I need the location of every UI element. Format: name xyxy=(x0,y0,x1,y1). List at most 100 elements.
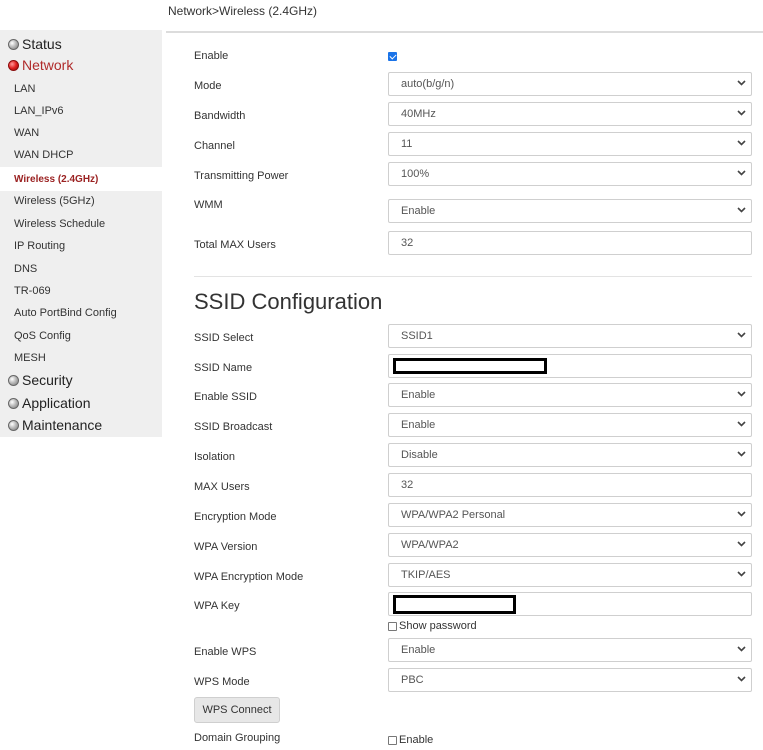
max-users-label: MAX Users xyxy=(194,481,250,493)
isolation-label: Isolation xyxy=(194,451,235,463)
chevron-down-icon xyxy=(737,646,746,654)
enable-ssid-value: Enable xyxy=(401,389,436,401)
show-password-checkbox[interactable] xyxy=(388,621,397,631)
sidebar-item-qos-config[interactable]: QoS Config xyxy=(0,330,162,348)
nav-security[interactable]: Security xyxy=(8,372,73,388)
nav-status[interactable]: Status xyxy=(8,36,62,52)
total-max-users-input[interactable]: 32 xyxy=(388,231,752,255)
max-users-value: 32 xyxy=(401,479,414,491)
sidebar-item-label: WAN xyxy=(14,127,40,139)
sidebar-item-mesh[interactable]: MESH xyxy=(0,352,162,370)
chevron-down-icon xyxy=(737,140,746,148)
wmm-label: WMM xyxy=(194,199,223,211)
wpa-key-redaction xyxy=(393,595,516,614)
transmitting-power-select[interactable]: 100% xyxy=(388,162,752,186)
wpa-encryption-mode-value: TKIP/AES xyxy=(401,569,451,581)
enable-wps-value: Enable xyxy=(401,644,436,656)
maintenance-bullet-icon xyxy=(8,419,19,431)
sidebar-item-label: MESH xyxy=(14,352,46,364)
chevron-down-icon xyxy=(737,170,746,178)
sidebar-item-ip-routing[interactable]: IP Routing xyxy=(0,240,162,258)
status-bullet-icon xyxy=(8,38,19,50)
application-bullet-icon xyxy=(8,397,19,409)
wps-mode-label: WPS Mode xyxy=(194,676,250,688)
encryption-mode-select[interactable]: WPA/WPA2 Personal xyxy=(388,503,752,527)
sidebar-item-wireless-schedule[interactable]: Wireless Schedule xyxy=(0,218,162,236)
enable-checkbox-wrap[interactable] xyxy=(388,52,399,61)
nav-security-label: Security xyxy=(22,372,73,388)
ssid-name-redaction xyxy=(393,358,547,374)
ssid-select[interactable]: SSID1 xyxy=(388,324,752,348)
nav-application-label: Application xyxy=(22,395,91,411)
total-max-users-value: 32 xyxy=(401,237,414,249)
wpa-key-label: WPA Key xyxy=(194,600,240,612)
transmitting-power-label: Transmitting Power xyxy=(194,170,289,182)
channel-value: 11 xyxy=(401,138,413,150)
show-password-toggle[interactable]: Show password xyxy=(388,620,477,632)
sidebar-item-wireless-5ghz[interactable]: Wireless (5GHz) xyxy=(0,195,162,213)
section-divider xyxy=(194,276,752,277)
wpa-version-label: WPA Version xyxy=(194,541,258,553)
encryption-mode-value: WPA/WPA2 Personal xyxy=(401,509,506,521)
header-divider xyxy=(166,31,763,33)
ssid-select-value: SSID1 xyxy=(401,330,433,342)
wpa-encryption-mode-select[interactable]: TKIP/AES xyxy=(388,563,752,587)
sidebar-item-label: LAN xyxy=(14,83,36,95)
sidebar-item-label: Wireless (5GHz) xyxy=(14,195,95,207)
nav-status-label: Status xyxy=(22,36,62,52)
sidebar-item-wan[interactable]: WAN xyxy=(0,127,162,145)
enable-ssid-select[interactable]: Enable xyxy=(388,383,752,407)
chevron-down-icon xyxy=(737,332,746,340)
bandwidth-select[interactable]: 40MHz xyxy=(388,102,752,126)
ssid-broadcast-select[interactable]: Enable xyxy=(388,413,752,437)
ssid-broadcast-label: SSID Broadcast xyxy=(194,421,273,433)
transmitting-power-value: 100% xyxy=(401,168,430,180)
nav-application[interactable]: Application xyxy=(8,395,91,411)
wpa-encryption-mode-label: WPA Encryption Mode xyxy=(194,571,304,583)
sidebar-item-label: IP Routing xyxy=(14,240,66,252)
sidebar: Status Network LAN LAN_IPv6 WAN WAN DHCP… xyxy=(0,30,162,437)
sidebar-item-dns[interactable]: DNS xyxy=(0,263,162,281)
wps-connect-button[interactable]: WPS Connect xyxy=(194,697,280,723)
wmm-select[interactable]: Enable xyxy=(388,199,752,223)
sidebar-item-label: TR-069 xyxy=(14,285,51,297)
sidebar-item-wan-dhcp[interactable]: WAN DHCP xyxy=(0,149,162,167)
domain-grouping-enable-label: Enable xyxy=(399,734,434,746)
chevron-down-icon xyxy=(737,451,746,459)
bandwidth-label: Bandwidth xyxy=(194,110,246,122)
channel-select[interactable]: 11 xyxy=(388,132,752,156)
ssid-select-label: SSID Select xyxy=(194,332,254,344)
enable-ssid-label: Enable SSID xyxy=(194,391,257,403)
isolation-value: Disable xyxy=(401,449,438,461)
sidebar-item-label: Auto PortBind Config xyxy=(14,307,117,319)
max-users-input[interactable]: 32 xyxy=(388,473,752,497)
enable-wps-label: Enable WPS xyxy=(194,646,257,658)
show-password-label: Show password xyxy=(399,620,477,632)
chevron-down-icon xyxy=(737,511,746,519)
chevron-down-icon xyxy=(737,676,746,684)
sidebar-item-label: QoS Config xyxy=(14,330,71,342)
ssid-name-label: SSID Name xyxy=(194,362,253,374)
channel-label: Channel xyxy=(194,140,235,152)
sidebar-item-tr069[interactable]: TR-069 xyxy=(0,285,162,303)
chevron-down-icon xyxy=(737,571,746,579)
domain-grouping-checkbox[interactable] xyxy=(388,735,397,745)
isolation-select[interactable]: Disable xyxy=(388,443,752,467)
nav-maintenance[interactable]: Maintenance xyxy=(8,417,102,433)
mode-value: auto(b/g/n) xyxy=(401,78,455,90)
enable-wps-select[interactable]: Enable xyxy=(388,638,752,662)
wps-mode-select[interactable]: PBC xyxy=(388,668,752,692)
nav-network-label: Network xyxy=(22,57,74,73)
nav-network[interactable]: Network xyxy=(8,57,73,73)
sidebar-item-lan-ipv6[interactable]: LAN_IPv6 xyxy=(0,105,162,123)
enable-checkbox[interactable] xyxy=(388,52,397,61)
sidebar-item-lan[interactable]: LAN xyxy=(0,83,162,101)
sidebar-item-label: Wireless Schedule xyxy=(14,218,106,230)
sidebar-item-label: DNS xyxy=(14,263,38,275)
domain-grouping-toggle[interactable]: Enable xyxy=(388,734,433,746)
sidebar-item-auto-portbind[interactable]: Auto PortBind Config xyxy=(0,307,162,325)
encryption-mode-label: Encryption Mode xyxy=(194,511,277,523)
sidebar-item-wireless-24ghz[interactable]: Wireless (2.4GHz) xyxy=(0,167,162,191)
mode-select[interactable]: auto(b/g/n) xyxy=(388,72,752,96)
wpa-version-select[interactable]: WPA/WPA2 xyxy=(388,533,752,557)
